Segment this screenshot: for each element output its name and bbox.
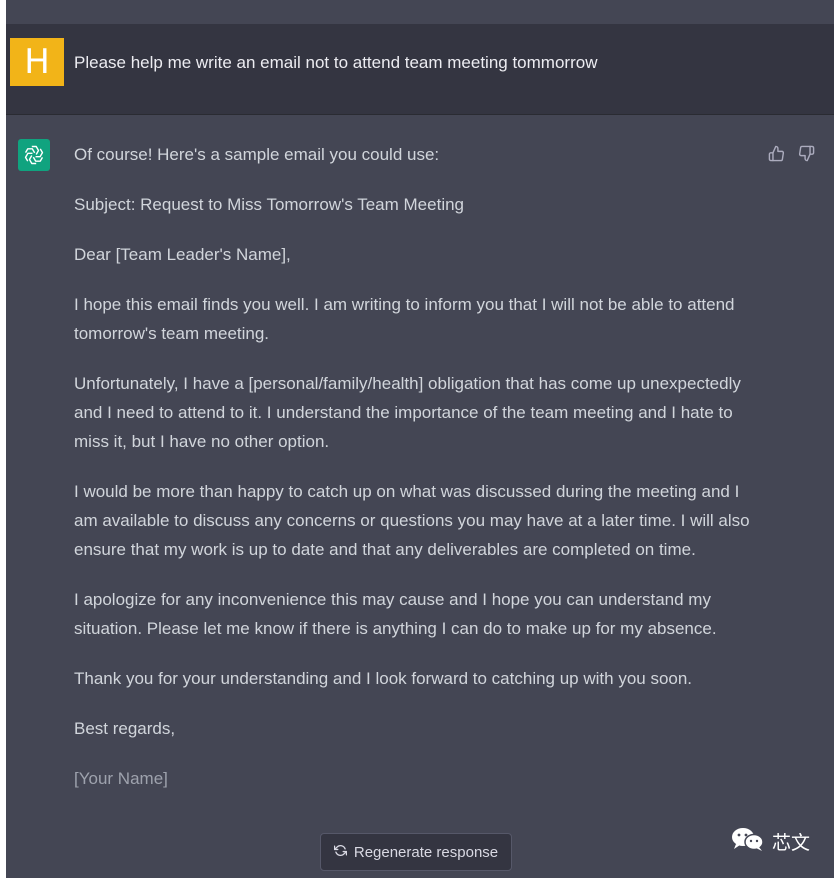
regenerate-label: Regenerate response [353,843,499,861]
feedback-controls [766,143,816,163]
message-paragraph: Best regards, [74,719,176,738]
assistant-message-text: Of course! Here's a sample email you cou… [74,140,764,814]
previous-message-strip [6,0,834,24]
message-signature: [Your Name] [74,769,168,788]
refresh-icon [333,844,347,861]
assistant-message-row: Of course! Here's a sample email you cou… [6,115,834,878]
user-message-text: Please help me write an email not to att… [74,53,598,72]
wechat-icon [730,826,766,857]
wechat-watermark: 芯文 [730,826,810,856]
thumbs-up-icon[interactable] [766,143,786,163]
message-paragraph: I apologize for any inconvenience this m… [74,590,717,638]
user-avatar: H [10,38,64,86]
message-paragraph: Unfortunately, I have a [personal/family… [74,374,741,451]
message-paragraph: I hope this email finds you well. I am w… [74,295,735,343]
user-message-row: H Please help me write an email not to a… [6,24,834,115]
regenerate-response-button[interactable]: Regenerate response [320,833,512,871]
thumbs-down-icon[interactable] [796,143,816,163]
message-paragraph: Dear [Team Leader's Name], [74,245,291,264]
message-paragraph: Thank you for your understanding and I l… [74,669,693,688]
openai-logo-icon [18,139,50,171]
message-paragraph: I would be more than happy to catch up o… [74,482,750,559]
chat-window: H Please help me write an email not to a… [6,0,834,878]
message-paragraph: Subject: Request to Miss Tomorrow's Team… [74,195,465,214]
message-paragraph: Of course! Here's a sample email you cou… [74,145,440,164]
watermark-text: 芯文 [772,831,811,854]
